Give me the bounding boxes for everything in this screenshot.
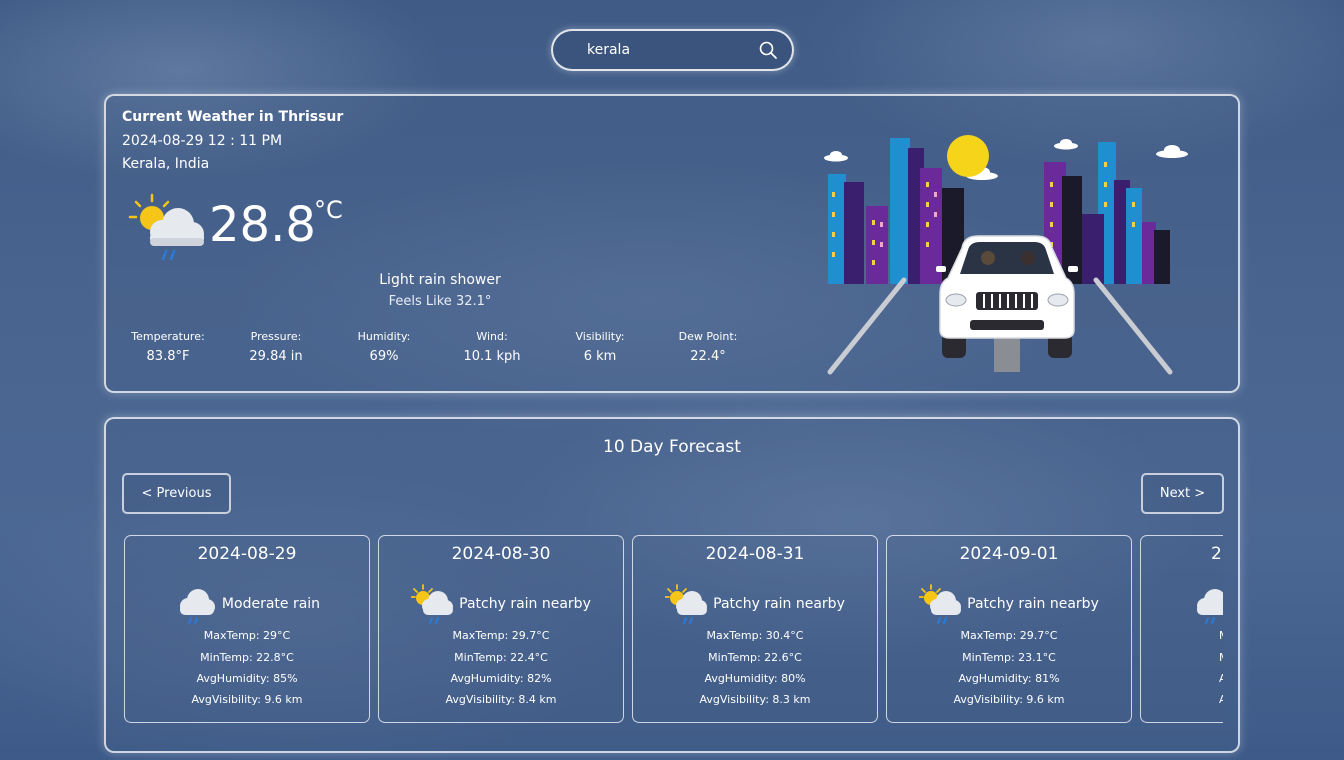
forecast-condition: Patchy rain nearby — [459, 596, 591, 612]
forecast-title: 10 Day Forecast — [603, 437, 741, 457]
forecast-max-temp: M — [1219, 629, 1223, 642]
forecast-date: 2024-09-01 — [959, 544, 1059, 564]
stat-value: 6 km — [583, 349, 617, 364]
stat-pressure: Pressure: 29.84 in — [222, 330, 330, 364]
cloud-icon — [824, 139, 1188, 180]
forecast-avg-humidity: A — [1219, 672, 1223, 685]
cloud-rain-icon — [1197, 589, 1223, 624]
forecast-panel: 10 Day Forecast < Previous Next > 2024-0… — [104, 417, 1240, 753]
forecast-avg-visibility: AvgVisibility: 8.3 km — [699, 693, 811, 706]
stat-value: 69% — [369, 349, 399, 364]
forecast-avg-humidity: AvgHumidity: 82% — [450, 672, 552, 685]
forecast-card: 2024-08-30 Patchy rain nearby MaxTemp: 2… — [378, 535, 624, 723]
sun-icon — [947, 135, 989, 177]
current-weather-title: Current Weather in Thrissur — [122, 109, 344, 125]
current-datetime: 2024-08-29 12 : 11 PM — [122, 133, 283, 149]
stat-visibility: Visibility: 6 km — [546, 330, 654, 364]
current-condition: Light rain shower — [379, 272, 501, 288]
forecast-card: 2024-09-01 Patchy rain nearby MaxTemp: 2… — [886, 535, 1132, 723]
current-location: Kerala, India — [122, 156, 210, 172]
forecast-max-temp: MaxTemp: 29.7°C — [960, 629, 1058, 642]
stat-label: Wind: — [476, 330, 508, 343]
forecast-avg-humidity: AvgHumidity: 80% — [704, 672, 806, 685]
forecast-condition: Moderate rain — [221, 596, 321, 612]
forecast-avg-visibility: A — [1219, 693, 1223, 706]
forecast-cards: 2024-08-29 Moderate rain MaxTemp: 29°C M… — [122, 535, 1223, 725]
weather-stats: Temperature: 83.8°F Pressure: 29.84 in H… — [114, 330, 764, 364]
previous-button[interactable]: < Previous — [122, 473, 231, 514]
forecast-avg-visibility: AvgVisibility: 9.6 km — [191, 693, 303, 706]
stat-value: 83.8°F — [146, 349, 190, 364]
stat-label: Temperature: — [131, 330, 205, 343]
current-temperature: 28.8 — [209, 197, 316, 253]
forecast-max-temp: MaxTemp: 29°C — [203, 629, 291, 642]
forecast-condition-row: Patchy rain nearby — [379, 584, 623, 624]
forecast-date: 2024-08-31 — [705, 544, 805, 564]
sun-cloud-rain-icon — [919, 584, 962, 624]
search-icon[interactable] — [758, 40, 778, 60]
forecast-condition-row — [1191, 584, 1223, 624]
stat-label: Dew Point: — [678, 330, 738, 343]
forecast-max-temp: MaxTemp: 29.7°C — [452, 629, 550, 642]
buildings-left — [828, 138, 964, 284]
forecast-min-temp: MinTemp: 23.1°C — [962, 651, 1056, 664]
search-bar[interactable] — [551, 29, 794, 71]
temperature-unit: °C — [314, 196, 343, 224]
forecast-card: 2024-08-29 Moderate rain MaxTemp: 29°C M… — [124, 535, 370, 723]
forecast-avg-humidity: AvgHumidity: 85% — [196, 672, 298, 685]
next-button[interactable]: Next > — [1141, 473, 1224, 514]
cloud-rain-icon — [179, 589, 215, 624]
forecast-min-temp: MinTemp: 22.4°C — [454, 651, 548, 664]
stat-label: Visibility: — [575, 330, 625, 343]
forecast-min-temp: M — [1219, 651, 1223, 664]
forecast-condition-row: Patchy rain nearby — [887, 584, 1131, 624]
forecast-min-temp: MinTemp: 22.6°C — [708, 651, 802, 664]
stat-humidity: Humidity: 69% — [330, 330, 438, 364]
current-weather-panel: Current Weather in Thrissur 2024-08-29 1… — [104, 94, 1240, 393]
stat-dew-point: Dew Point: 22.4° — [654, 330, 762, 364]
forecast-date: 2024-08-30 — [451, 544, 551, 564]
stat-value: 22.4° — [690, 349, 726, 364]
stat-temperature: Temperature: 83.8°F — [114, 330, 222, 364]
forecast-avg-humidity: AvgHumidity: 81% — [958, 672, 1060, 685]
forecast-card: 2024-08-31 Patchy rain nearby MaxTemp: 3… — [632, 535, 878, 723]
forecast-condition: Patchy rain nearby — [713, 596, 845, 612]
forecast-min-temp: MinTemp: 22.8°C — [200, 651, 294, 664]
stat-value: 10.1 kph — [463, 349, 521, 364]
stat-value: 29.84 in — [249, 349, 303, 364]
sun-cloud-rain-icon — [411, 584, 454, 624]
forecast-card: 20 M M A A — [1140, 535, 1223, 723]
stat-label: Pressure: — [250, 330, 302, 343]
search-input[interactable] — [587, 42, 758, 58]
sun-cloud-rain-icon — [128, 193, 204, 261]
forecast-avg-visibility: AvgVisibility: 9.6 km — [953, 693, 1065, 706]
forecast-condition-row: Moderate rain — [125, 584, 369, 624]
forecast-date: 2024-08-29 — [197, 544, 297, 564]
forecast-date: 20 — [1211, 544, 1223, 564]
feels-like: Feels Like 32.1° — [388, 294, 492, 309]
forecast-max-temp: MaxTemp: 30.4°C — [706, 629, 804, 642]
stat-label: Humidity: — [357, 330, 411, 343]
city-car-illustration — [824, 135, 1188, 375]
forecast-condition-row: Patchy rain nearby — [633, 584, 877, 624]
stat-wind: Wind: 10.1 kph — [438, 330, 546, 364]
forecast-avg-visibility: AvgVisibility: 8.4 km — [445, 693, 557, 706]
sun-cloud-rain-icon — [665, 584, 708, 624]
forecast-condition: Patchy rain nearby — [967, 596, 1099, 612]
